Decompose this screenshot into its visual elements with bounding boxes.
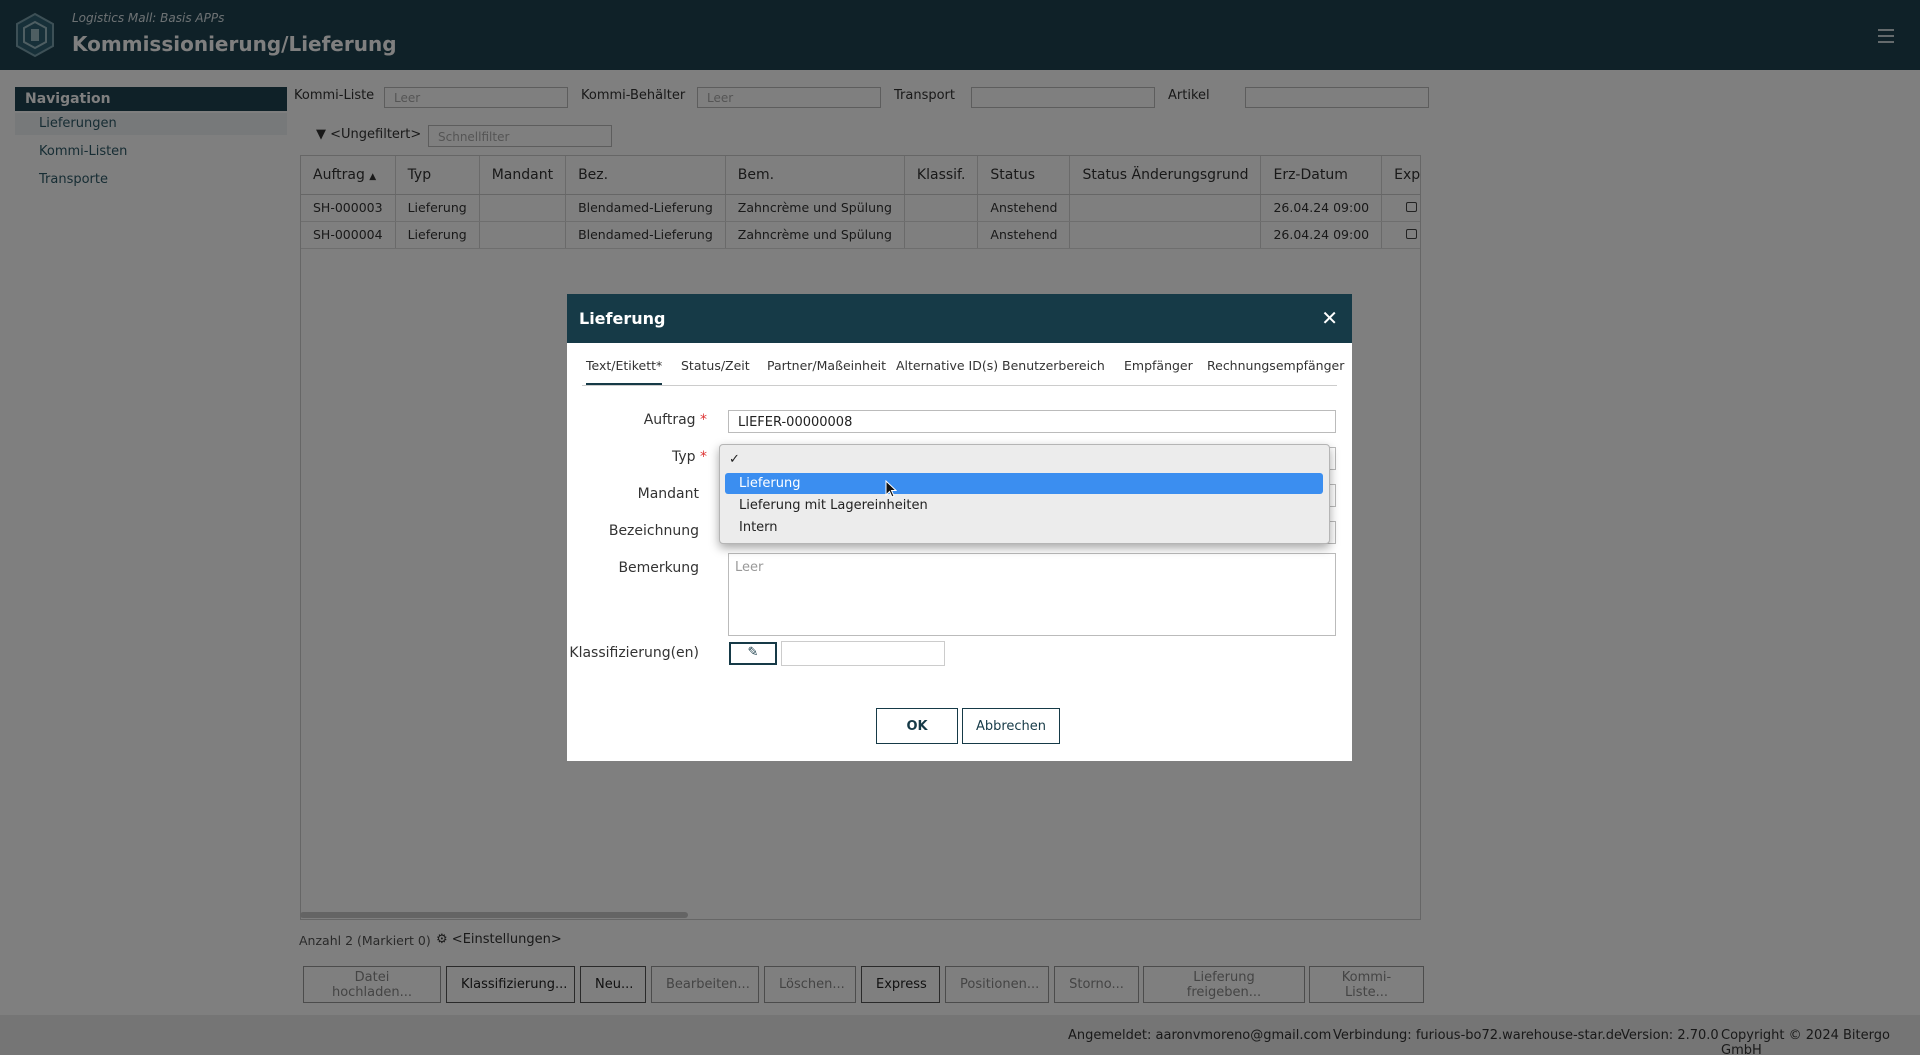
tab-empfaenger[interactable]: Empfänger [1124, 358, 1193, 373]
typ-label: Typ * [672, 449, 707, 465]
close-icon[interactable]: ✕ [1321, 308, 1338, 328]
option-lieferung-mit-lagereinheiten[interactable]: Lieferung mit Lagereinheiten [725, 495, 1323, 516]
tab-rechnungsempfaenger[interactable]: Rechnungsempfänger [1207, 358, 1344, 373]
klassifizierung-label: Klassifizierung(en) [569, 645, 699, 661]
dialog-header: Lieferung ✕ [567, 294, 1352, 343]
bemerkung-textarea[interactable]: Leer [728, 553, 1336, 636]
edit-icon: ✎ [747, 645, 759, 660]
mandant-label: Mandant [637, 486, 699, 502]
edit-classification-button[interactable]: ✎ [729, 642, 777, 665]
option-lieferung[interactable]: Lieferung [725, 473, 1323, 494]
typ-dropdown-list: ✓ Lieferung Lieferung mit Lagereinheiten… [719, 444, 1330, 544]
classification-field[interactable] [781, 641, 945, 666]
tab-partner-masseinheit[interactable]: Partner/Maßeinheit [767, 358, 886, 373]
option-intern[interactable]: Intern [725, 517, 1323, 538]
bezeichnung-label: Bezeichnung [608, 523, 699, 539]
auftrag-label: Auftrag * [643, 412, 707, 428]
ok-button[interactable]: OK [876, 708, 958, 744]
tab-benutzerbereich[interactable]: Benutzerbereich [1002, 358, 1105, 373]
tab-alternative-ids[interactable]: Alternative ID(s) [896, 358, 998, 373]
cancel-button[interactable]: Abbrechen [962, 708, 1060, 744]
mouse-cursor-icon [885, 480, 897, 498]
tab-text-etikett[interactable]: Text/Etikett* [586, 358, 663, 385]
checkmark-icon: ✓ [729, 452, 740, 467]
dialog-tabs: Text/Etikett* Status/Zeit Partner/Maßein… [582, 350, 1344, 386]
bemerkung-label: Bemerkung [618, 560, 699, 576]
auftrag-field[interactable]: LIEFER-00000008 [728, 410, 1336, 433]
dialog-title: Lieferung [579, 309, 666, 328]
tab-status-zeit[interactable]: Status/Zeit [681, 358, 750, 373]
